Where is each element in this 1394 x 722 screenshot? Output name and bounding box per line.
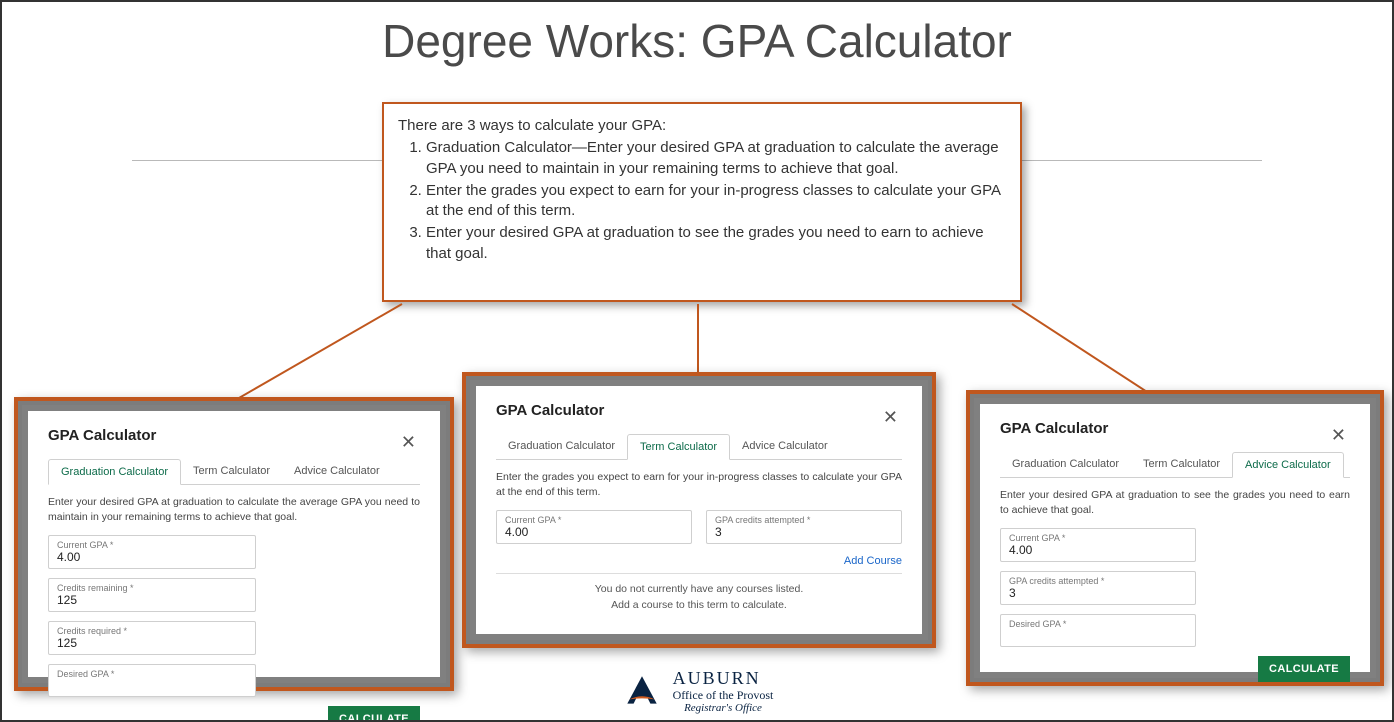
empty-courses-message: You do not currently have any courses li… [496,582,902,612]
tabs: Graduation Calculator Term Calculator Ad… [1000,451,1350,478]
info-box: There are 3 ways to calculate your GPA: … [382,102,1022,302]
empty-line-1: You do not currently have any courses li… [496,582,902,597]
footer-line-1: AUBURN [673,669,774,689]
tab-graduation-calculator[interactable]: Graduation Calculator [496,434,627,460]
divider [496,573,902,574]
field-value: 3 [715,525,893,539]
info-list: Graduation Calculator—Enter your desired… [426,138,1002,264]
slide: Degree Works: GPA Calculator There are 3… [0,0,1394,722]
close-icon[interactable]: ✕ [1331,426,1346,444]
credits-required-field[interactable]: Credits required * 125 [48,621,256,655]
tab-description: Enter your desired GPA at graduation to … [1000,488,1350,518]
gpa-calculator-term: GPA Calculator ✕ Graduation Calculator T… [462,372,936,648]
current-gpa-field[interactable]: Current GPA * 4.00 [48,535,256,569]
field-value [1009,629,1187,642]
auburn-logo-icon [621,674,663,708]
credits-remaining-field[interactable]: Credits remaining * 125 [48,578,256,612]
field-label: Credits required * [57,626,247,636]
tabs: Graduation Calculator Term Calculator Ad… [496,433,902,460]
field-label: Credits remaining * [57,583,247,593]
field-value: 4.00 [1009,543,1187,557]
tab-term-calculator[interactable]: Term Calculator [181,459,282,485]
gpa-credits-attempted-field[interactable]: GPA credits attempted * 3 [706,510,902,544]
close-icon[interactable]: ✕ [401,433,416,451]
gpa-calculator-graduation: GPA Calculator ✕ Graduation Calculator T… [14,397,454,691]
tabs: Graduation Calculator Term Calculator Ad… [48,458,420,485]
field-value: 125 [57,636,247,650]
tab-advice-calculator[interactable]: Advice Calculator [282,459,392,485]
field-value: 125 [57,593,247,607]
tab-advice-calculator[interactable]: Advice Calculator [1232,452,1344,478]
tab-description: Enter the grades you expect to earn for … [496,470,902,500]
field-label: GPA credits attempted * [1009,576,1187,586]
field-label: Current GPA * [505,515,683,525]
tab-graduation-calculator[interactable]: Graduation Calculator [48,459,181,485]
tab-graduation-calculator[interactable]: Graduation Calculator [1000,452,1131,478]
card-title: GPA Calculator [48,427,420,444]
field-label: Current GPA * [1009,533,1187,543]
current-gpa-field[interactable]: Current GPA * 4.00 [496,510,692,544]
field-value: 4.00 [505,525,683,539]
field-value: 4.00 [57,550,247,564]
tab-term-calculator[interactable]: Term Calculator [627,434,730,460]
page-title: Degree Works: GPA Calculator [2,2,1392,68]
info-item-1: Graduation Calculator—Enter your desired… [426,138,1002,179]
info-item-2: Enter the grades you expect to earn for … [426,181,1002,222]
desired-gpa-field[interactable]: Desired GPA * [1000,614,1196,647]
current-gpa-field[interactable]: Current GPA * 4.00 [1000,528,1196,562]
info-intro: There are 3 ways to calculate your GPA: [398,116,1002,136]
close-icon[interactable]: ✕ [883,408,898,426]
tab-advice-calculator[interactable]: Advice Calculator [730,434,840,460]
field-value: 3 [1009,586,1187,600]
tab-term-calculator[interactable]: Term Calculator [1131,452,1232,478]
empty-line-2: Add a course to this term to calculate. [496,598,902,613]
footer-line-3: Registrar's Office [673,702,774,714]
field-label: Desired GPA * [1009,619,1187,629]
card-title: GPA Calculator [496,402,902,419]
add-course-link[interactable]: Add Course [496,555,902,567]
field-label: GPA credits attempted * [715,515,893,525]
gpa-calculator-advice: GPA Calculator ✕ Graduation Calculator T… [966,390,1384,686]
card-title: GPA Calculator [1000,420,1350,437]
info-item-3: Enter your desired GPA at graduation to … [426,223,1002,264]
footer-text: AUBURN Office of the Provost Registrar's… [673,669,774,714]
footer-line-2: Office of the Provost [673,689,774,702]
footer: AUBURN Office of the Provost Registrar's… [2,669,1392,714]
field-label: Current GPA * [57,540,247,550]
tab-description: Enter your desired GPA at graduation to … [48,495,420,525]
gpa-credits-attempted-field[interactable]: GPA credits attempted * 3 [1000,571,1196,605]
